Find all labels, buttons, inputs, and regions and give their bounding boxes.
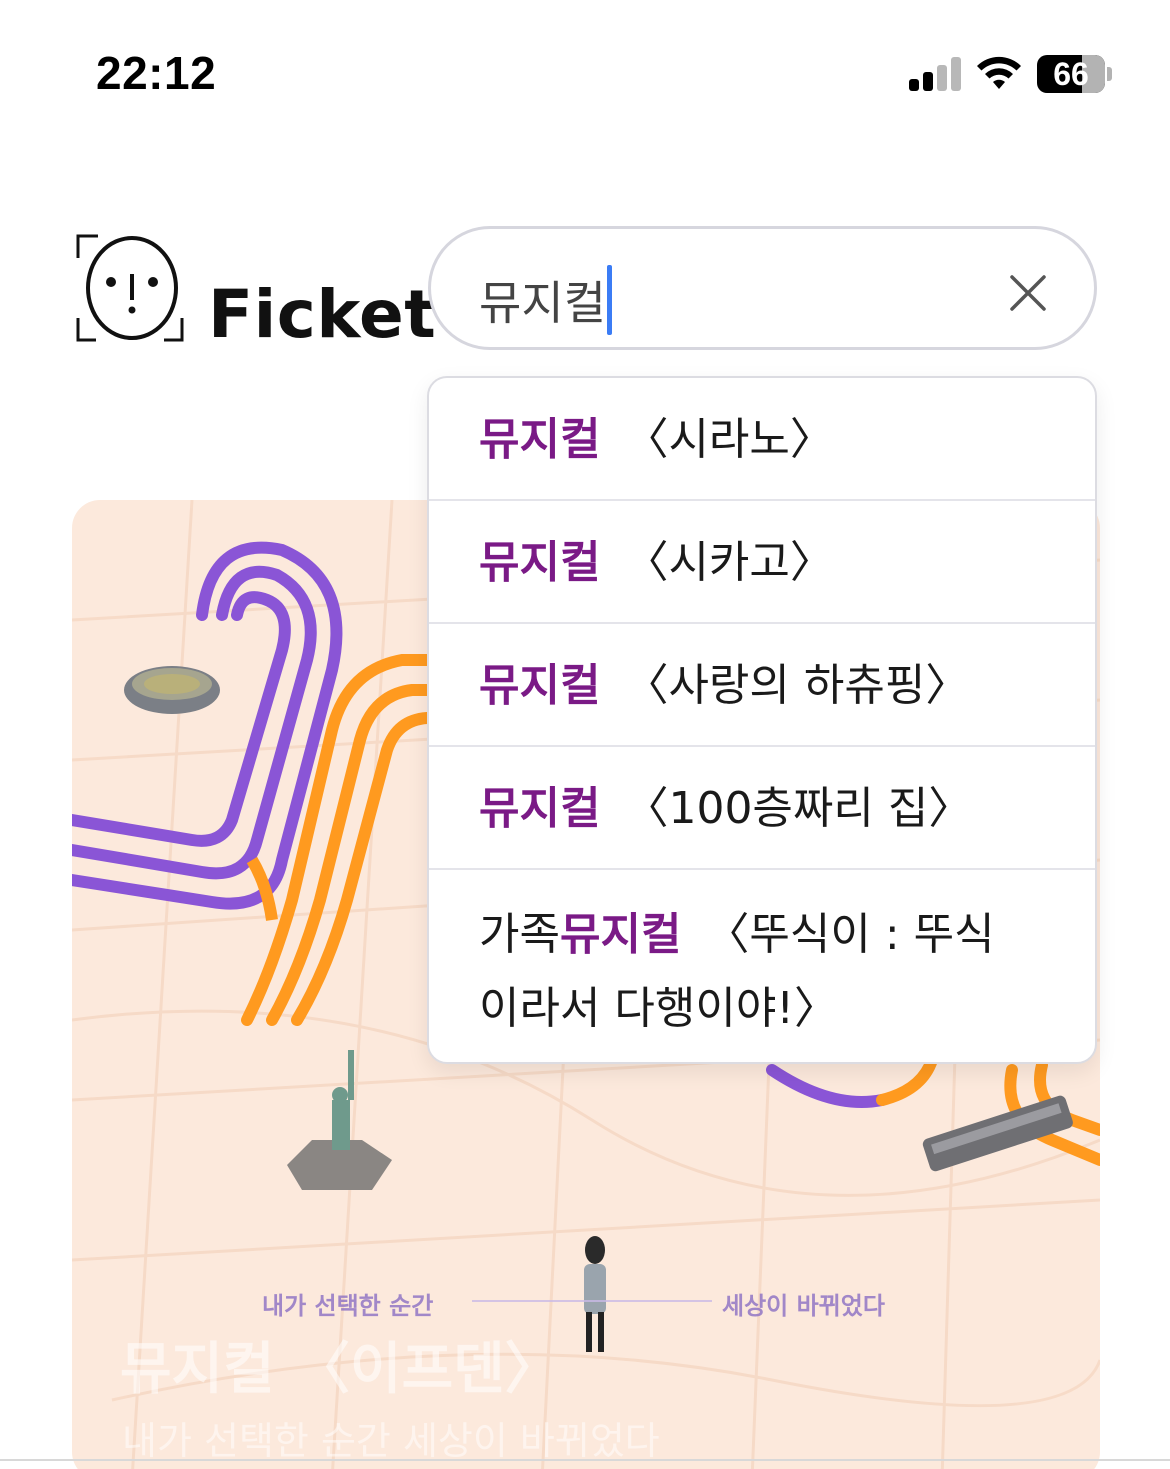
suggestion-prefix: 가족 xyxy=(479,909,560,960)
suggestion-title: 〈100층짜리 집〉 xyxy=(624,783,973,834)
battery-level: 66 xyxy=(1053,56,1089,92)
wifi-icon xyxy=(977,56,1021,89)
suggestion-match: 뮤지컬 xyxy=(559,909,682,960)
app-logo[interactable]: Ficket xyxy=(74,232,436,353)
face-logo-icon xyxy=(76,234,184,342)
suggestion-item[interactable]: 뮤지컬 〈시라노〉 xyxy=(429,378,1095,501)
battery-icon: 66 xyxy=(1037,55,1105,93)
battery-tip xyxy=(1107,67,1112,81)
bottom-divider xyxy=(0,1459,1170,1461)
status-indicators: 66 xyxy=(909,54,1112,94)
logo-text: Ficket xyxy=(208,276,437,353)
suggestion-title: 〈시카고〉 xyxy=(624,537,834,588)
suggestion-match: 뮤지컬 xyxy=(479,537,601,588)
banner-divider xyxy=(472,1300,712,1302)
close-icon[interactable] xyxy=(1008,273,1048,313)
banner-tag-left: 내가 선택한 순간 xyxy=(262,1292,434,1320)
suggestion-match: 뮤지컬 xyxy=(479,660,601,711)
train-illustration xyxy=(922,1095,1073,1172)
signal-icon xyxy=(909,57,961,91)
person-illustration xyxy=(584,1236,606,1352)
search-input-value: 뮤지컬 xyxy=(479,276,606,330)
suggestion-item[interactable]: 뮤지컬 〈사랑의 하츄핑〉 xyxy=(429,624,1095,747)
suggestion-match: 뮤지컬 xyxy=(479,414,601,465)
suggestion-match: 뮤지컬 xyxy=(479,783,601,834)
banner-tag-right: 세상이 바뀌었다 xyxy=(722,1292,885,1320)
banner-subtitle: 내가 선택한 순간 세상이 바뀌었다 xyxy=(122,1419,660,1463)
text-caret xyxy=(606,265,612,335)
stadium-illustration xyxy=(124,666,220,714)
suggestion-item[interactable]: 뮤지컬 〈100층짜리 집〉 xyxy=(429,747,1095,870)
search-input[interactable]: 뮤지컬 xyxy=(479,265,612,335)
banner-title: 뮤지컬 〈이프덴〉 xyxy=(120,1337,561,1402)
status-time: 22:12 xyxy=(96,47,217,99)
search-suggestions: 뮤지컬 〈시라노〉 뮤지컬 〈시카고〉 뮤지컬 〈사랑의 하츄핑〉 뮤지컬 〈100층짜… xyxy=(427,376,1097,1064)
suggestion-title: 〈사랑의 하츄핑〉 xyxy=(624,660,970,711)
search-field[interactable]: 뮤지컬 xyxy=(428,226,1097,350)
suggestion-item[interactable]: 가족뮤지컬 〈뚜식이 : 뚜식이라서 다행이야!〉 xyxy=(429,870,1095,1062)
suggestion-item[interactable]: 뮤지컬 〈시카고〉 xyxy=(429,501,1095,624)
suggestion-title: 〈시라노〉 xyxy=(624,414,834,465)
statue-illustration xyxy=(287,1050,392,1190)
